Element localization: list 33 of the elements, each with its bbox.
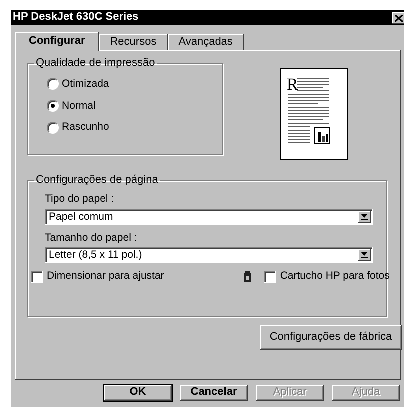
preview-letter: R xyxy=(287,75,298,94)
tab[interactable]: Recursos xyxy=(99,34,168,50)
dropdown-value: Papel comum xyxy=(49,210,114,223)
radio-button[interactable] xyxy=(47,122,59,134)
window-title: HP DeskJet 630C Series xyxy=(13,10,139,24)
factory-settings-button[interactable]: Configurações de fábrica xyxy=(260,325,402,350)
checkbox-label[interactable]: Dimensionar para ajustar xyxy=(47,270,164,283)
checkbox[interactable] xyxy=(264,270,276,283)
close-icon xyxy=(395,14,403,22)
radio-button[interactable] xyxy=(47,100,59,112)
caret-icon xyxy=(361,252,368,258)
dialog-button[interactable]: Cancelar xyxy=(180,385,248,401)
close-button[interactable] xyxy=(392,12,404,24)
checkbox[interactable] xyxy=(31,270,43,283)
radio-button[interactable] xyxy=(47,78,59,90)
dropdown-field[interactable]: Letter (8,5 x 11 pol.) xyxy=(45,247,373,264)
dropdown-field[interactable]: Papel comum xyxy=(45,208,373,225)
caret-icon xyxy=(361,214,368,220)
group-title: Qualidade de impressão xyxy=(35,57,156,70)
field-label: Tipo do papel : xyxy=(45,193,116,206)
dropdown-value: Letter (8,5 x 11 pol.) xyxy=(49,249,142,262)
cartridge-icon xyxy=(244,271,252,282)
tab[interactable]: Configurar xyxy=(15,32,100,51)
field-label: Tamanho do papel : xyxy=(45,232,138,244)
dialog-button[interactable]: OK xyxy=(104,385,172,401)
checkbox-label[interactable]: Cartucho HP para fotos xyxy=(280,270,390,283)
radio-label[interactable]: Normal xyxy=(62,100,96,112)
dropdown-button[interactable] xyxy=(358,249,371,262)
dropdown-button[interactable] xyxy=(358,210,371,223)
radio-label[interactable]: Otimizada xyxy=(62,78,110,91)
group-title: Configurações de página xyxy=(35,174,160,188)
tab[interactable]: Avançadas xyxy=(168,34,244,50)
radio-label[interactable]: Rascunho xyxy=(62,121,110,134)
